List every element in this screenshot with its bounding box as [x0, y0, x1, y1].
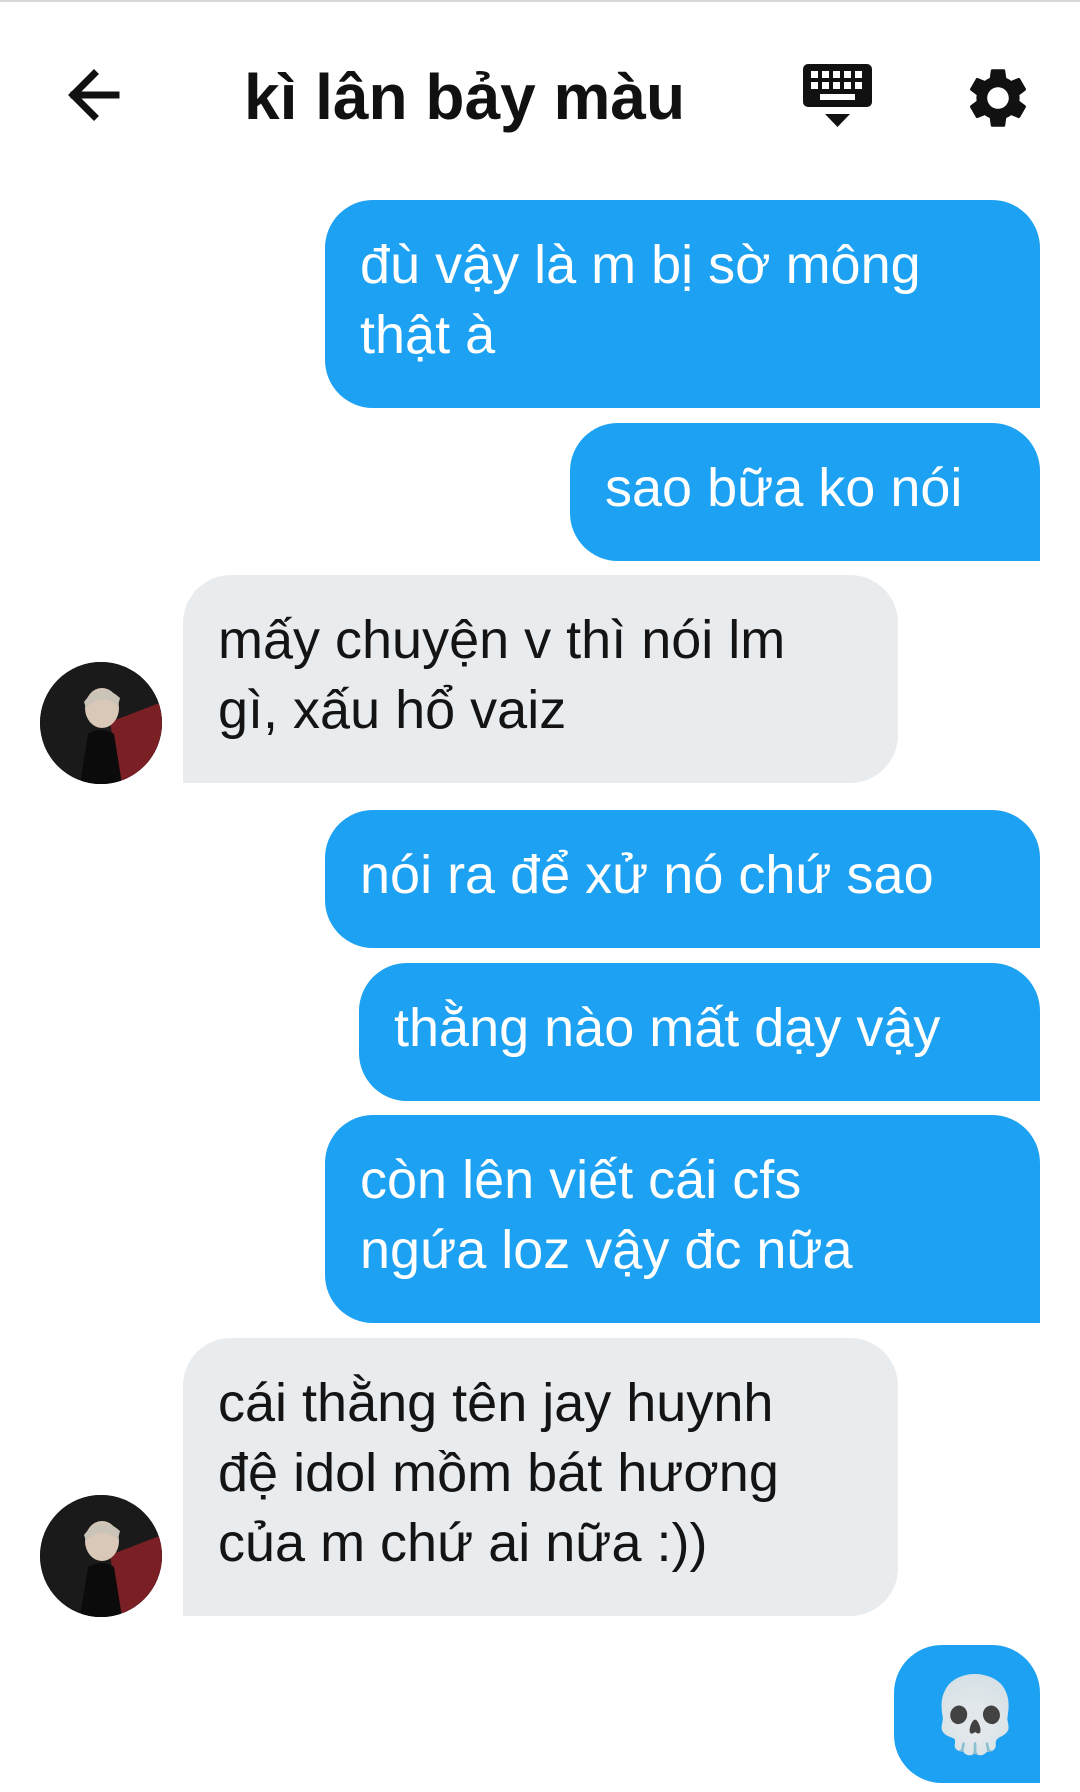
keyboard-button[interactable]	[800, 62, 875, 137]
message-bubble-outgoing[interactable]: thằng nào mất dạy vậy	[359, 963, 1040, 1101]
avatar[interactable]	[40, 1495, 162, 1617]
message-bubble-outgoing[interactable]: còn lên viết cái cfs ngứa loz vậy đc nữa	[325, 1115, 1040, 1323]
chat-header: kì lân bảy màu	[0, 0, 1080, 190]
message-bubble-incoming[interactable]: cái thằng tên jay huynh đệ idol mồm bát …	[183, 1338, 898, 1616]
conversation-title: kì lân bảy màu	[244, 61, 686, 133]
message-bubble-outgoing[interactable]: sao bữa ko nói	[570, 423, 1040, 561]
keyboard-icon	[803, 64, 872, 127]
settings-button[interactable]	[962, 62, 1034, 134]
arrow-left-icon	[68, 69, 120, 121]
gear-icon	[969, 69, 1027, 127]
avatar-image	[40, 1495, 162, 1617]
message-bubble-emoji[interactable]: 💀	[894, 1645, 1040, 1783]
back-button[interactable]	[60, 60, 130, 130]
message-bubble-outgoing[interactable]: nói ra để xử nó chứ sao	[325, 810, 1040, 948]
message-bubble-incoming[interactable]: mấy chuyện v thì nói lm gì, xấu hổ vaiz	[183, 575, 898, 783]
avatar-image	[40, 662, 162, 784]
message-bubble-outgoing[interactable]: đù vậy là m bị sờ mông thật à	[325, 200, 1040, 408]
avatar[interactable]	[40, 662, 162, 784]
